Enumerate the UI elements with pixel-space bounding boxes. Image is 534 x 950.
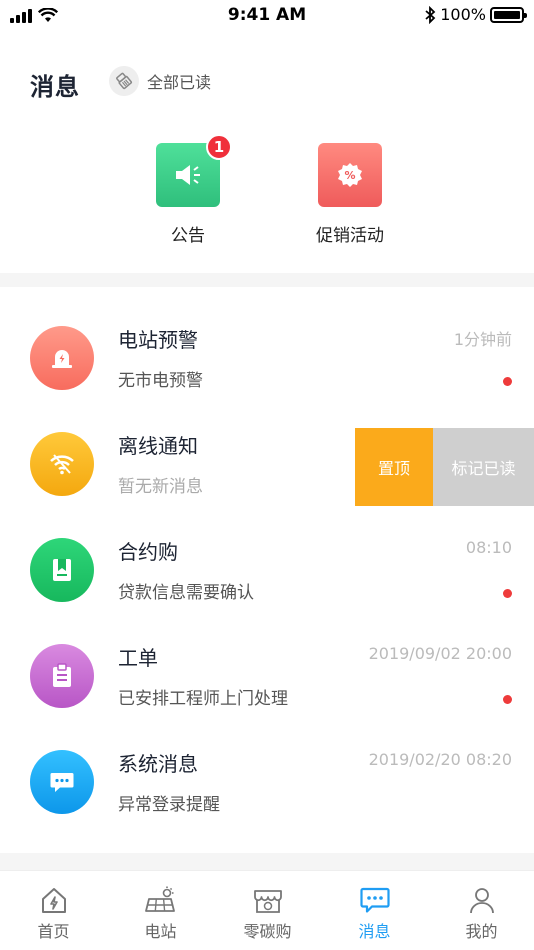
message-item-offline-notice[interactable]: 离线通知 暂无新消息 置顶 标记已读	[0, 412, 534, 518]
status-bar: 9:41 AM 100%	[0, 0, 534, 32]
bottom-divider	[0, 853, 534, 870]
tab-shop[interactable]: 零碳购	[214, 871, 321, 950]
bluetooth-icon	[425, 5, 436, 24]
solar-panel-icon	[144, 885, 177, 915]
battery-icon	[490, 6, 527, 23]
chat-icon	[30, 750, 94, 814]
unread-dot	[503, 377, 512, 386]
message-time: 2019/09/02 20:00	[368, 644, 512, 663]
unread-dot	[503, 589, 512, 598]
profile-icon	[466, 885, 498, 915]
announcement-label: 公告	[171, 226, 205, 246]
message-title: 工单	[118, 646, 158, 670]
message-item-system[interactable]: 系统消息 异常登录提醒 2019/02/20 08:20	[0, 730, 534, 836]
page-title: 消息	[30, 73, 80, 101]
message-subtitle: 贷款信息需要确认	[118, 583, 254, 603]
message-subtitle: 暂无新消息	[118, 477, 203, 497]
tab-home[interactable]: 首页	[0, 871, 107, 950]
message-subtitle: 异常登录提醒	[118, 795, 220, 815]
swipe-actions: 置顶 标记已读	[355, 428, 534, 506]
promotion-label: 促销活动	[316, 226, 384, 246]
mark-all-read-label: 全部已读	[147, 73, 212, 92]
mark-read-button[interactable]: 标记已读	[433, 428, 534, 506]
header: 消息 全部已读	[0, 32, 534, 132]
tab-label: 电站	[144, 922, 177, 941]
discount-icon: %	[318, 143, 382, 207]
message-title: 系统消息	[118, 752, 198, 776]
unread-dot	[503, 695, 512, 704]
message-time: 1分钟前	[453, 330, 512, 349]
message-item-work-order[interactable]: 工单 已安排工程师上门处理 2019/09/02 20:00	[0, 624, 534, 730]
section-divider	[0, 273, 534, 287]
message-icon	[359, 885, 391, 915]
unread-badge: 1	[206, 134, 232, 160]
message-subtitle: 已安排工程师上门处理	[118, 689, 288, 709]
tab-label: 消息	[358, 922, 391, 941]
tab-bar: 首页 电站 零碳购 消息 我的	[0, 870, 534, 950]
message-title: 离线通知	[118, 434, 198, 458]
alert-icon	[30, 326, 94, 390]
message-subtitle: 无市电预警	[118, 371, 203, 391]
megaphone-icon: 1	[156, 134, 232, 207]
tab-station[interactable]: 电站	[107, 871, 214, 950]
message-item-station-alert[interactable]: 电站预警 无市电预警 1分钟前	[0, 306, 534, 412]
tab-label: 我的	[465, 922, 498, 941]
message-time: 2019/02/20 08:20	[368, 750, 512, 769]
home-icon	[38, 885, 70, 915]
tab-label: 首页	[37, 922, 70, 941]
quick-entries: 1 公告 % 促销活动	[0, 134, 534, 270]
pin-button[interactable]: 置顶	[355, 428, 433, 506]
message-title: 合约购	[118, 540, 178, 564]
svg-text:%: %	[344, 169, 355, 182]
message-time: 08:10	[465, 538, 512, 557]
promotion-entry[interactable]: % 促销活动	[290, 143, 410, 246]
contract-icon	[30, 538, 94, 602]
tab-messages[interactable]: 消息	[321, 871, 428, 950]
battery-fill	[494, 10, 520, 19]
message-item-contract[interactable]: 合约购 贷款信息需要确认 08:10	[0, 518, 534, 624]
announcement-entry[interactable]: 1 公告	[128, 134, 248, 246]
broom-icon	[109, 66, 139, 96]
clipboard-icon	[30, 644, 94, 708]
wifi-icon	[30, 432, 94, 496]
tab-label: 零碳购	[243, 922, 292, 941]
message-title: 电站预警	[118, 328, 198, 352]
shop-icon	[252, 885, 284, 915]
tab-profile[interactable]: 我的	[428, 871, 534, 950]
battery-percent: 100%	[440, 5, 486, 24]
status-right: 100%	[424, 5, 527, 24]
mark-all-read-button[interactable]: 全部已读	[109, 66, 211, 96]
